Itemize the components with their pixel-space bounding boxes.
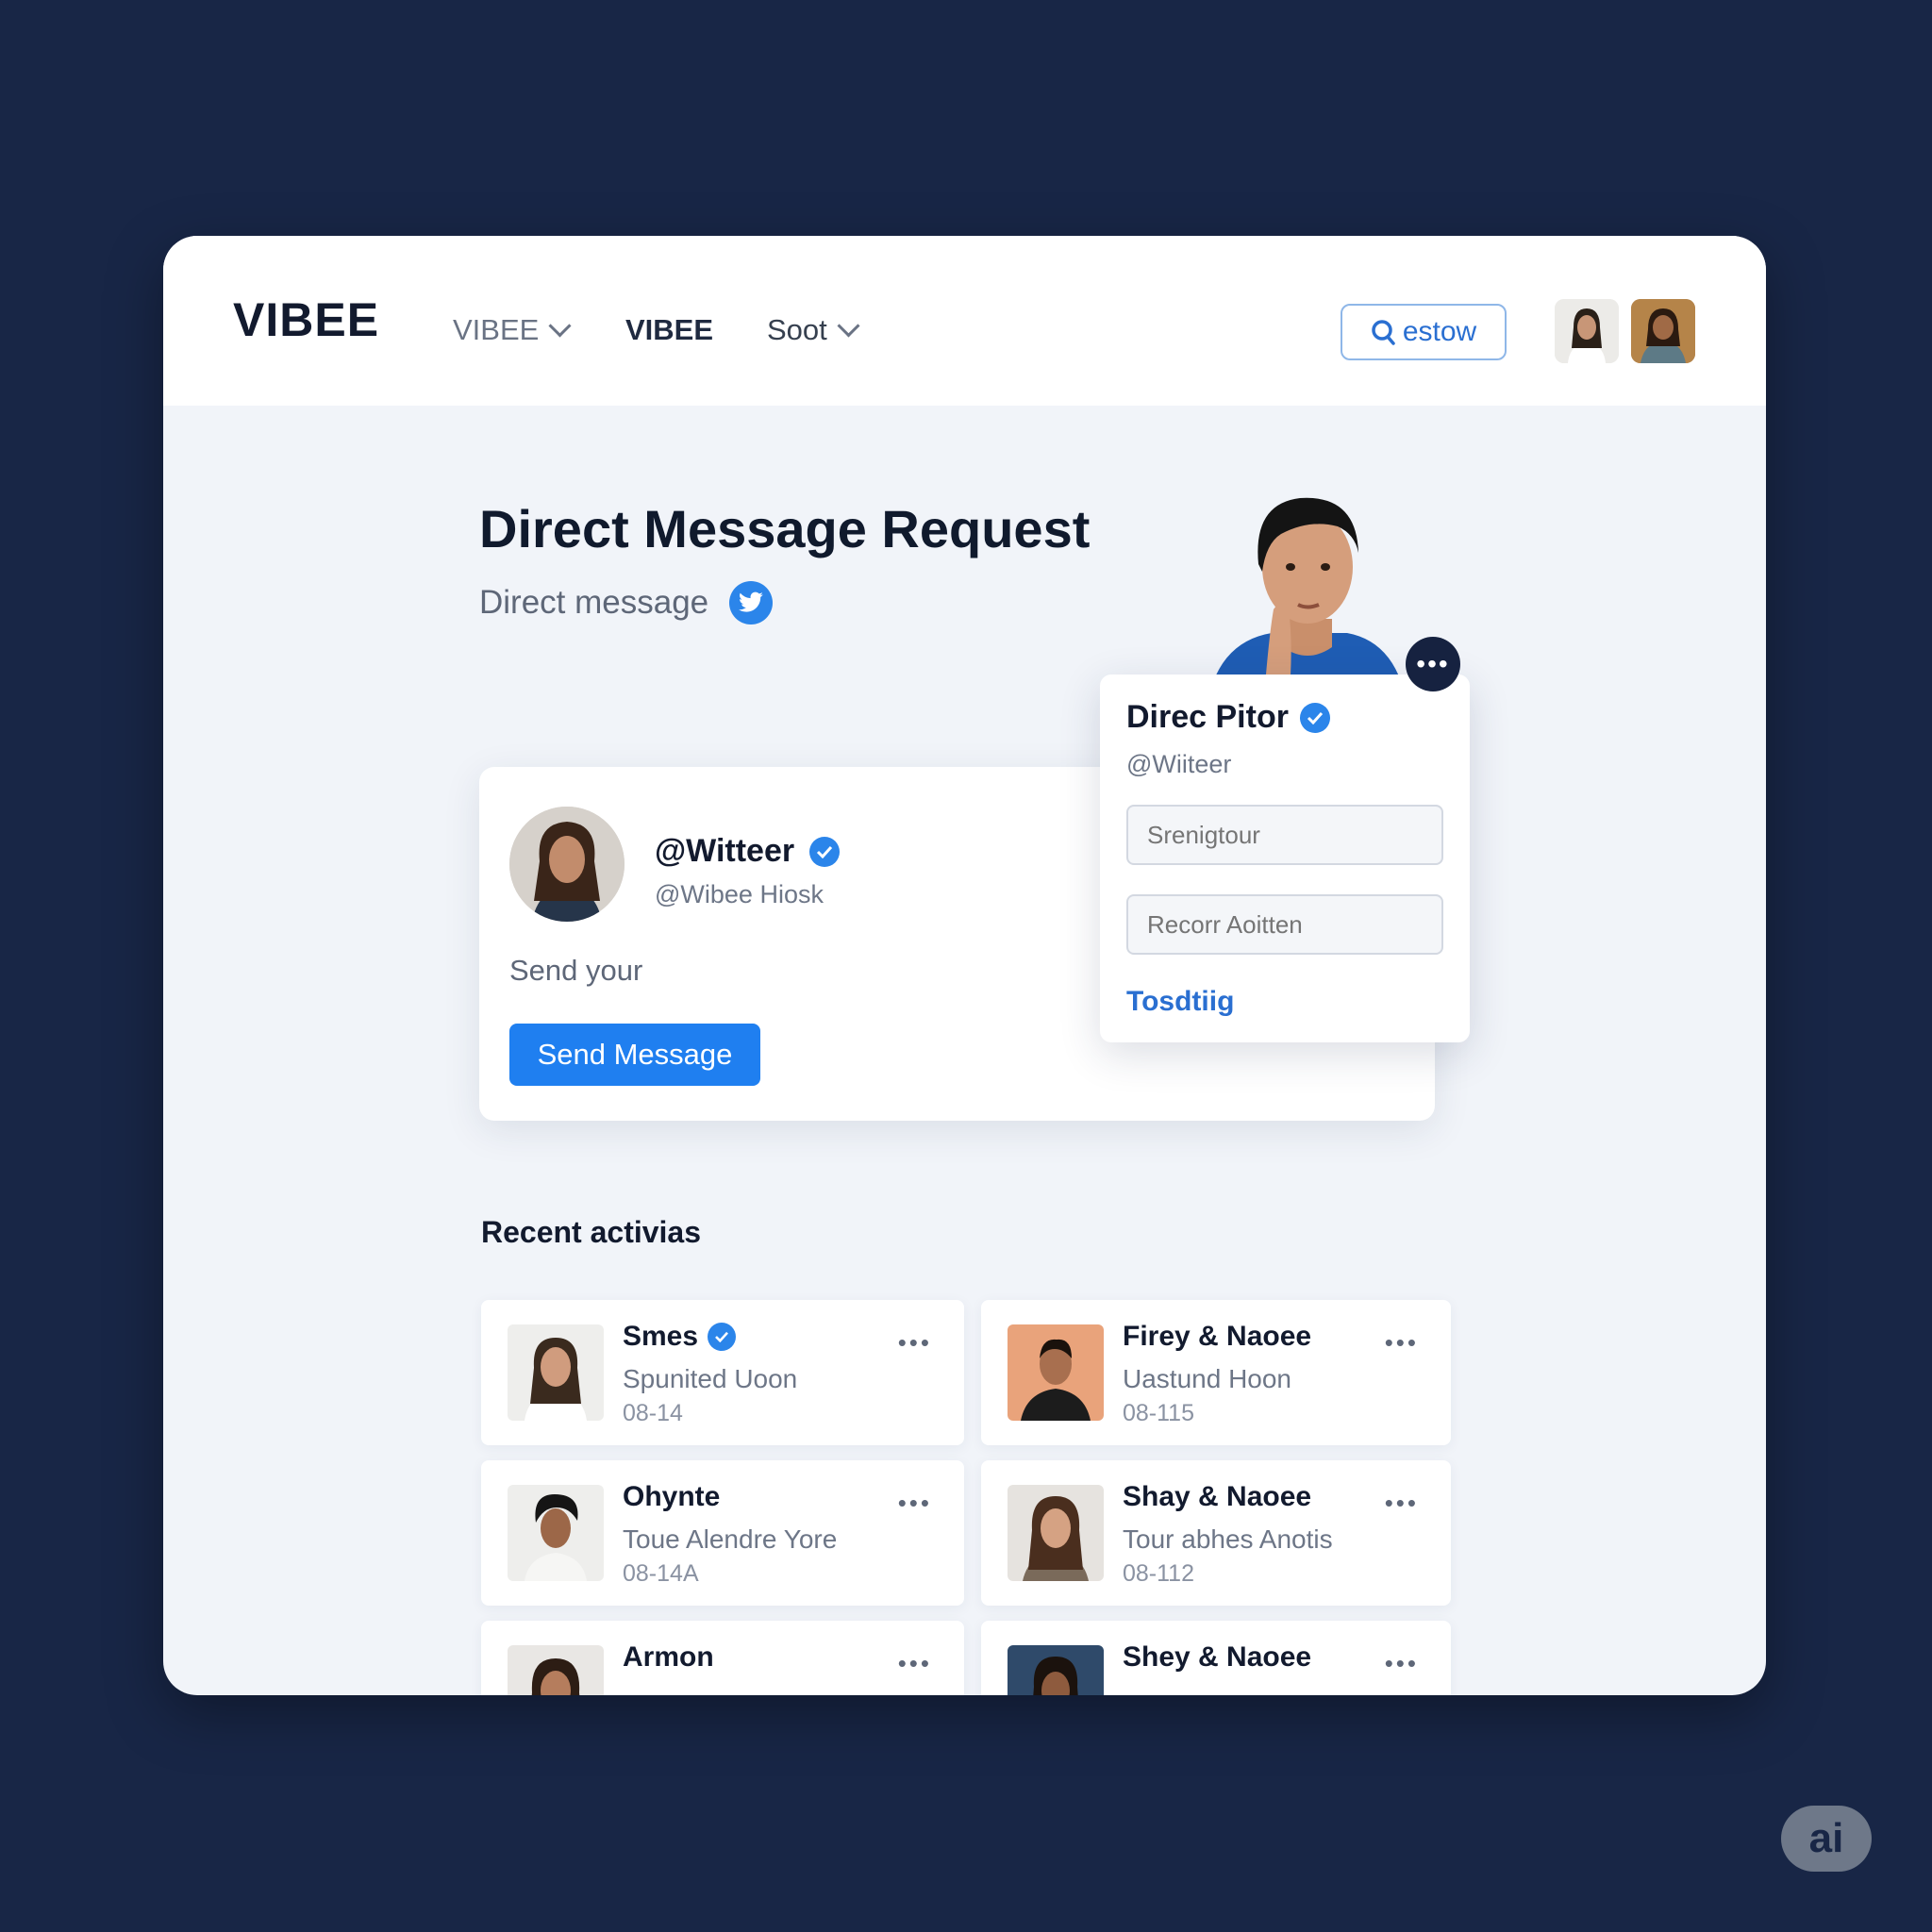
activity-date: 08-112 <box>1123 1560 1194 1587</box>
list-item[interactable]: Shay & Naoee Tour abhes Anotis 08-112 ••… <box>981 1460 1451 1606</box>
profile-popup: Direc Pitor @Wiiteer Tosdtiig <box>1100 675 1470 1042</box>
app-window: VIBEE VIBEE VIBEE Soot estow Direct Mess… <box>163 236 1766 1695</box>
verified-icon <box>1299 702 1330 733</box>
popup-input-2[interactable] <box>1126 894 1443 955</box>
more-options-icon[interactable]: ••• <box>898 1489 932 1518</box>
search-button[interactable]: estow <box>1341 304 1507 360</box>
activity-desc: Tour abhes Anotis <box>1123 1524 1333 1554</box>
profile-name-text: Direc Pitor <box>1126 699 1289 735</box>
more-options-icon[interactable]: ••• <box>1385 1489 1419 1518</box>
activity-date: 08-115 <box>1123 1400 1194 1426</box>
activity-name: Smes <box>623 1321 737 1353</box>
activity-name: Firey & Naoee <box>1123 1321 1312 1352</box>
search-label: estow <box>1402 316 1477 347</box>
sender-handle: @Witteer <box>655 833 841 870</box>
list-item[interactable]: Armon ••• <box>481 1621 964 1695</box>
popup-input-1[interactable] <box>1126 805 1443 865</box>
app-logo[interactable]: VIBEE <box>233 292 379 347</box>
send-message-button[interactable]: Send Message <box>509 1024 760 1086</box>
nav-item-1[interactable]: VIBEE <box>453 313 572 347</box>
avatar <box>1008 1324 1104 1421</box>
activity-desc: Spunited Uoon <box>623 1364 798 1393</box>
more-options-button[interactable]: ••• <box>1406 637 1460 691</box>
search-icon <box>1372 320 1395 345</box>
profile-name: Direc Pitor <box>1126 699 1330 736</box>
activity-date: 08-14 <box>623 1400 683 1426</box>
more-options-icon[interactable]: ••• <box>898 1649 932 1678</box>
sender-handle-text: @Witteer <box>655 833 795 869</box>
page-subtitle: Direct message <box>479 581 774 625</box>
activity-desc: Uastund Hoon <box>1123 1364 1292 1393</box>
chevron-down-icon <box>837 313 860 338</box>
avatar <box>508 1485 604 1581</box>
avatar[interactable] <box>1555 299 1619 363</box>
activity-desc: Toue Alendre Yore <box>623 1524 838 1554</box>
bird-icon <box>729 581 774 625</box>
nav-item-3[interactable]: Soot <box>767 313 860 347</box>
subtitle-text: Direct message <box>479 584 709 621</box>
avatar <box>1008 1645 1104 1695</box>
avatar[interactable] <box>1631 299 1695 363</box>
sender-subhandle: @Wibee Hiosk <box>655 880 824 908</box>
page-title: Direct Message Request <box>479 499 1091 558</box>
ai-watermark-badge: ai <box>1781 1806 1872 1872</box>
nav-item-label: VIBEE <box>453 313 540 346</box>
verified-icon <box>809 836 841 867</box>
list-item[interactable]: Smes Spunited Uoon 08-14 ••• <box>481 1300 964 1445</box>
list-item[interactable]: Firey & Naoee Uastund Hoon 08-115 ••• <box>981 1300 1451 1445</box>
nav-item-2[interactable]: VIBEE <box>625 313 713 347</box>
avatar <box>508 1645 604 1695</box>
avatar <box>508 1324 604 1421</box>
more-options-icon[interactable]: ••• <box>1385 1649 1419 1678</box>
activity-name: Ohynte <box>623 1481 721 1512</box>
activity-name: Armon <box>623 1641 714 1673</box>
more-options-icon[interactable]: ••• <box>1385 1328 1419 1357</box>
activity-name: Shay & Naoee <box>1123 1481 1312 1512</box>
message-prompt: Send your <box>509 954 643 987</box>
nav-item-label: Soot <box>767 313 827 346</box>
top-navbar: VIBEE VIBEE VIBEE Soot estow <box>163 236 1766 406</box>
chevron-down-icon <box>548 313 572 338</box>
nav-item-label: VIBEE <box>625 313 714 346</box>
profile-handle: @Wiiteer <box>1126 750 1232 778</box>
popup-link[interactable]: Tosdtiig <box>1126 986 1234 1018</box>
verified-icon <box>708 1323 737 1351</box>
activity-date: 08-14A <box>623 1560 699 1587</box>
more-options-icon[interactable]: ••• <box>898 1328 932 1357</box>
activity-name: Shey & Naoee <box>1123 1641 1312 1673</box>
avatar <box>1008 1485 1104 1581</box>
list-item[interactable]: Shey & Naoee ••• <box>981 1621 1451 1695</box>
avatar[interactable] <box>509 807 625 922</box>
recent-activities-title: Recent activias <box>481 1215 702 1249</box>
activity-name-text: Smes <box>623 1321 699 1352</box>
list-item[interactable]: Ohynte Toue Alendre Yore 08-14A ••• <box>481 1460 964 1606</box>
